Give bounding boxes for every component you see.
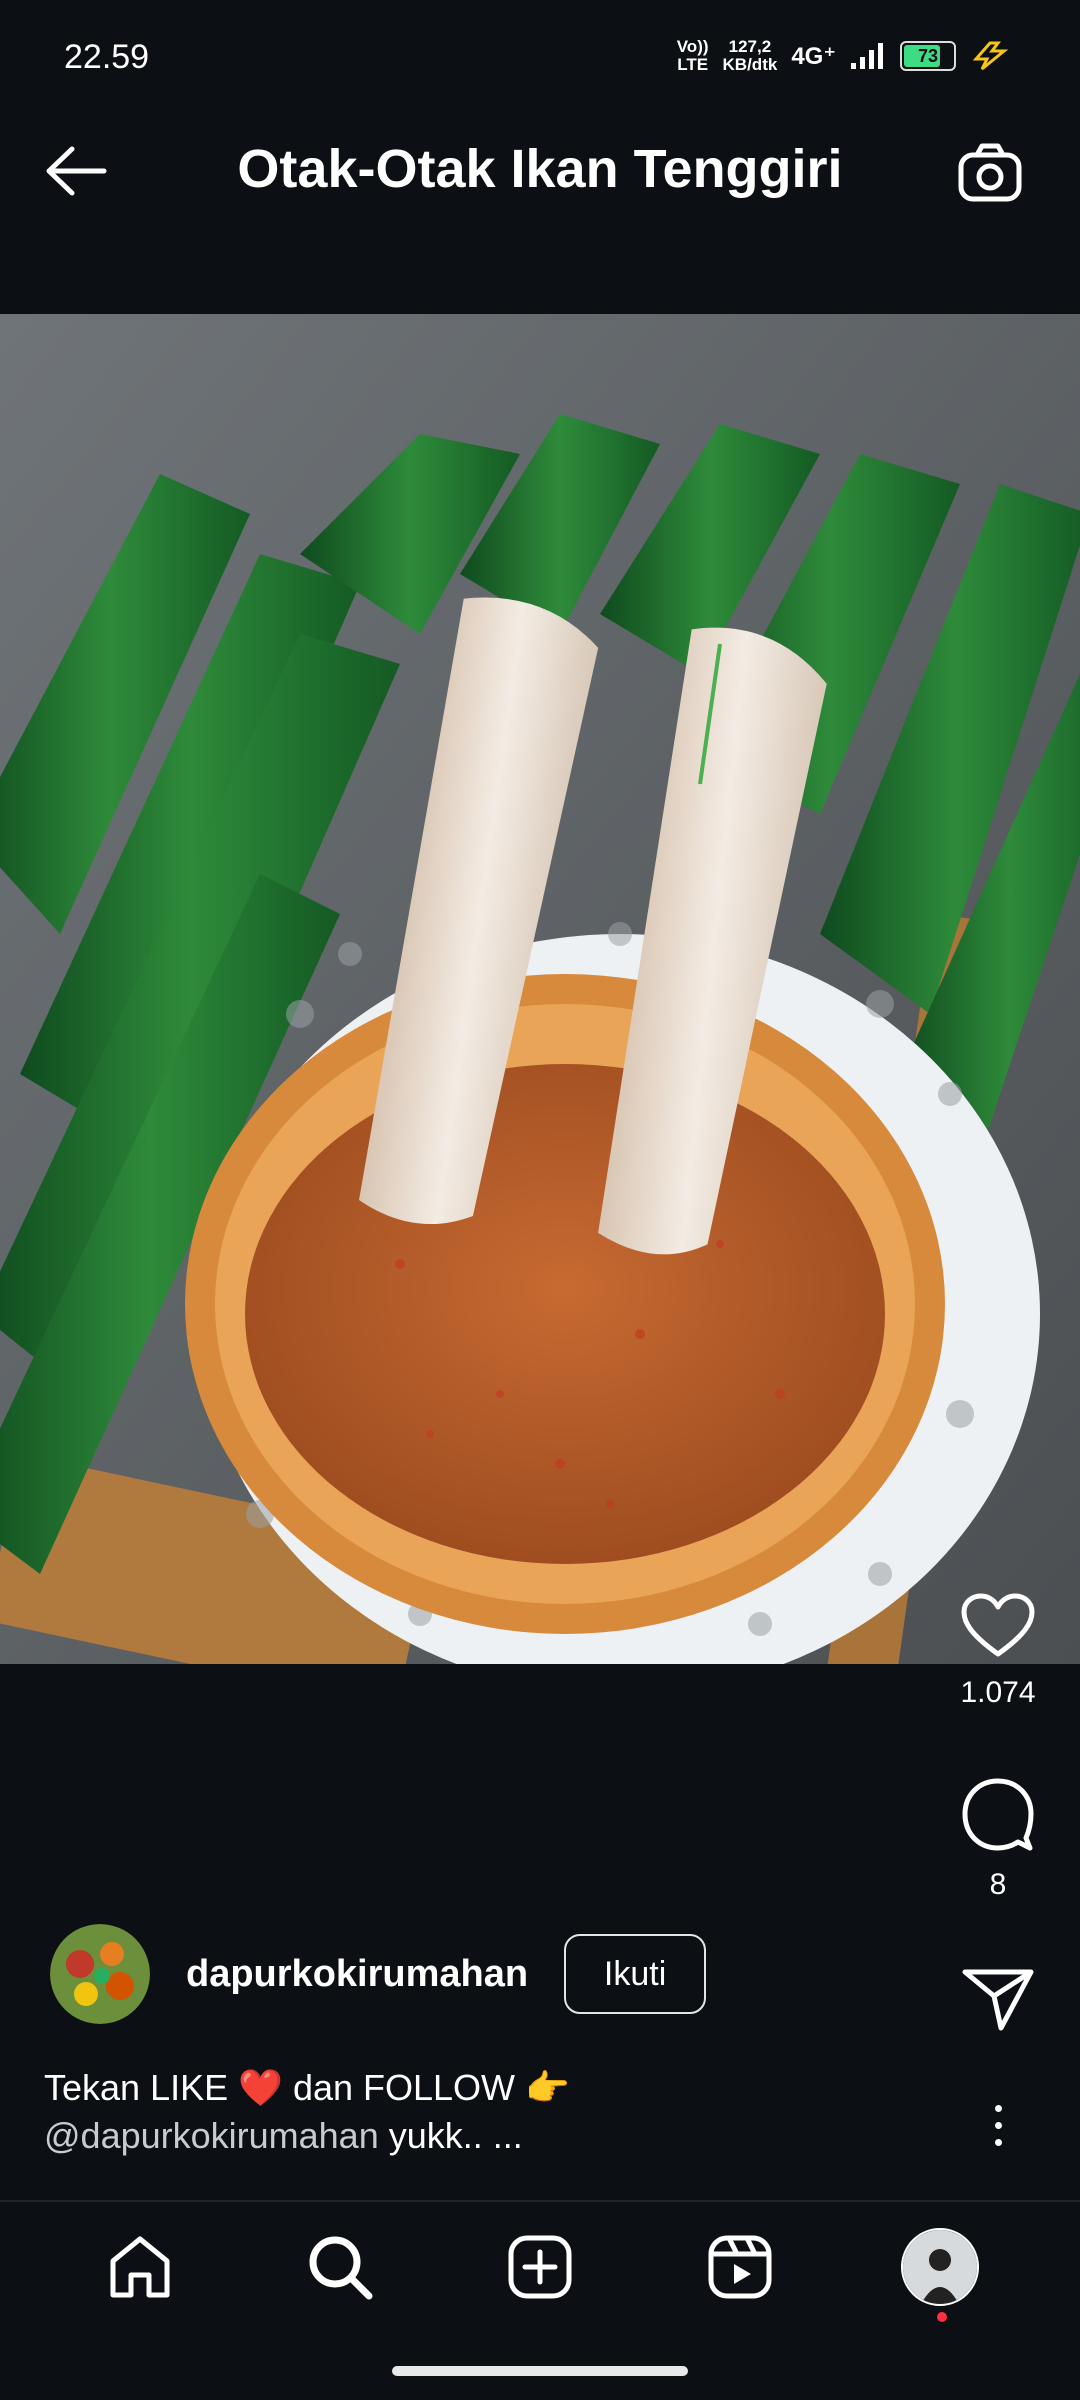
camera-icon (958, 143, 1022, 202)
battery-icon: 73 (900, 41, 956, 71)
follow-button[interactable]: Ikuti (564, 1934, 707, 2014)
caption-mention[interactable]: @dapurkokirumahan (44, 2115, 379, 2156)
volte-top: Vo)) (676, 37, 709, 56)
clock: 22.59 (64, 38, 150, 76)
like-action: 1.074 (940, 1592, 1056, 1710)
profile-photo (903, 2230, 977, 2304)
nav-reels[interactable] (695, 2222, 785, 2312)
search-icon (309, 2236, 373, 2300)
caption-text-3: yukk.. ... (378, 2115, 523, 2156)
comment-icon[interactable] (960, 1776, 1036, 1852)
author-username[interactable]: dapurkokirumahan (186, 1953, 528, 1996)
volte-bottom: LTE (677, 55, 709, 74)
nav-profile[interactable] (895, 2222, 985, 2322)
post-photo[interactable] (0, 314, 1080, 1664)
author-avatar[interactable] (50, 1924, 150, 2024)
comment-action: 8 (940, 1776, 1056, 1902)
home-icon (110, 2236, 170, 2298)
volte-indicator: Vo)) LTE (677, 38, 709, 74)
speed-unit: KB/dtk (722, 55, 778, 74)
network-speed: 127,2 KB/dtk (723, 38, 778, 74)
heart-emoji: ❤️ (238, 2067, 283, 2108)
battery-level: 73 (917, 45, 939, 66)
send-icon[interactable] (961, 1966, 1035, 2032)
signal-icon (851, 43, 883, 69)
nav-search[interactable] (295, 2222, 385, 2312)
comments-count[interactable]: 8 (990, 1868, 1007, 1902)
likes-count[interactable]: 1.074 (960, 1676, 1035, 1710)
header (0, 92, 1080, 312)
camera-button[interactable] (952, 136, 1028, 208)
caption-line-1: Tekan LIKE ❤️ dan FOLLOW 👉 (44, 2064, 904, 2112)
profile-avatar (901, 2228, 979, 2306)
back-button[interactable] (40, 140, 112, 202)
author-row: dapurkokirumahan Ikuti (50, 1924, 707, 2024)
avatar-image (50, 1924, 150, 2024)
caption-text-1: Tekan LIKE (44, 2067, 239, 2108)
caption-text-2: dan FOLLOW (282, 2067, 526, 2108)
home-indicator[interactable] (392, 2366, 688, 2376)
nav-home[interactable] (95, 2222, 185, 2312)
arrow-left-icon (46, 146, 107, 196)
network-type: 4G⁺ (791, 42, 836, 70)
create-icon (508, 2235, 572, 2299)
notification-dot (937, 2312, 947, 2322)
share-action (940, 1966, 1056, 2032)
status-icons: Vo)) LTE 127,2 KB/dtk 4G⁺ 73 (677, 38, 1010, 74)
speed-value: 127,2 (728, 37, 772, 56)
pointing-emoji: 👉 (525, 2067, 570, 2108)
charging-icon (972, 41, 1009, 71)
page-title: Otak-Otak Ikan Tenggiri (237, 139, 843, 199)
reels-icon (708, 2235, 772, 2299)
nav-create[interactable] (495, 2222, 585, 2312)
bottom-nav (0, 2202, 1080, 2332)
heart-icon[interactable] (960, 1592, 1036, 1660)
caption-line-2: @dapurkokirumahan yukk.. ... (44, 2112, 904, 2160)
food-photo (0, 314, 1080, 1664)
post-caption[interactable]: Tekan LIKE ❤️ dan FOLLOW 👉 @dapurkokirum… (44, 2064, 904, 2160)
more-vertical-icon[interactable] (976, 2090, 1020, 2160)
